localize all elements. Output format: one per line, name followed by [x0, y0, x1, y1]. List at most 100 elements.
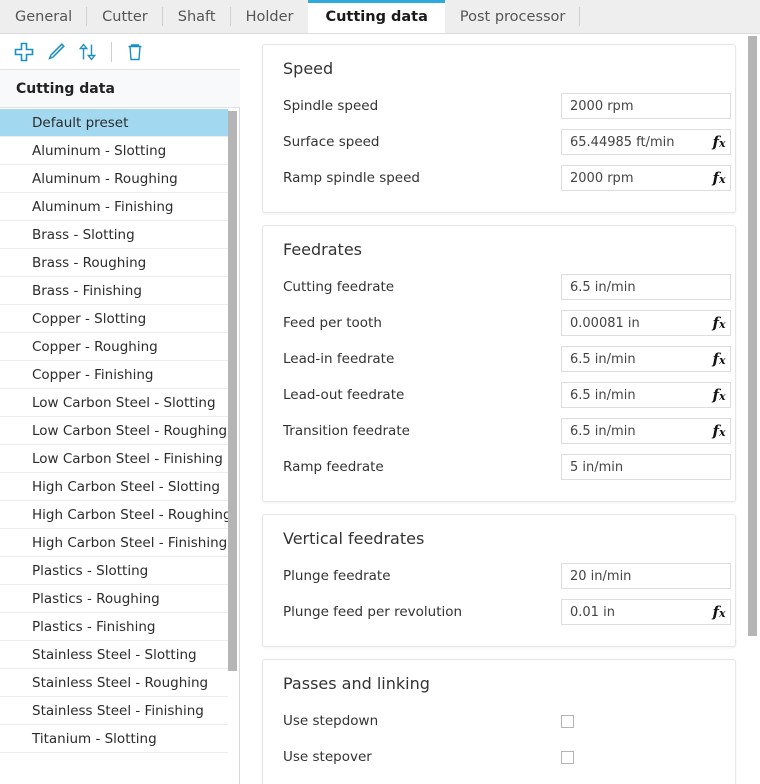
list-item-label: Low Carbon Steel - Slotting — [32, 394, 216, 411]
settings-row: Plunge feedrate 20 in/min — [283, 558, 731, 594]
value-input[interactable]: 20 in/min — [561, 563, 731, 589]
list-item[interactable]: Copper - Roughing — [0, 333, 231, 361]
cutting-data-panel: Speed Spindle speed 2000 rpm Surface speed 6… — [240, 34, 760, 784]
list-item[interactable]: High Carbon Steel - Finishing — [0, 529, 231, 557]
list-item-label: Copper - Finishing — [32, 366, 154, 383]
tab-label: Post processor — [459, 8, 566, 25]
list-item[interactable]: Brass - Slotting — [0, 221, 231, 249]
setting-label: Surface speed — [283, 134, 380, 150]
tab-bar: General Cutter Shaft Holder Cutting data Post… — [0, 0, 760, 34]
tab-post-processor[interactable]: Post processor — [445, 0, 581, 33]
fx-formula-icon[interactable]: fx — [707, 603, 731, 621]
list-item-label: Stainless Steel - Slotting — [32, 646, 197, 663]
setting-label: Cutting feedrate — [283, 279, 395, 295]
field-wrapper: 2000 rpm fx — [561, 165, 731, 191]
sidebar-scrollbar[interactable] — [228, 109, 237, 784]
tab-cutter[interactable]: Cutter — [87, 0, 163, 33]
value-input[interactable]: 65.44985 ft/min — [561, 129, 731, 155]
list-item-label: Brass - Roughing — [32, 254, 147, 271]
tab-label: Shaft — [177, 8, 216, 25]
list-item-label: Stainless Steel - Finishing — [32, 702, 204, 719]
list-item[interactable]: Stainless Steel - Slotting — [0, 641, 231, 669]
settings-card: Passes and linking Use stepdown Use stepov… — [262, 659, 736, 784]
value-input[interactable]: 2000 rpm — [561, 165, 731, 191]
tab-label: Cutter — [102, 8, 148, 25]
list-item-label: Brass - Slotting — [32, 226, 135, 243]
list-item[interactable]: Aluminum - Finishing — [0, 193, 231, 221]
list-item-label: High Carbon Steel - Slotting — [32, 478, 220, 495]
card-title: Vertical feedrates — [283, 529, 425, 548]
setting-label: Plunge feed per revolution — [283, 604, 463, 620]
list-item[interactable]: Plastics - Slotting — [0, 557, 231, 585]
value-input[interactable]: 0.01 in — [561, 599, 731, 625]
delete-button[interactable] — [119, 37, 151, 67]
checkbox-use-stepover[interactable] — [561, 750, 574, 764]
list-item[interactable]: Titanium - Slotting — [0, 725, 231, 753]
list-item[interactable]: Plastics - Finishing — [0, 613, 231, 641]
tab-general[interactable]: General — [0, 0, 88, 33]
list-item[interactable]: Copper - Finishing — [0, 361, 231, 389]
list-item[interactable]: Low Carbon Steel - Roughing — [0, 417, 231, 445]
edit-button[interactable] — [40, 37, 72, 67]
value-input[interactable]: 6.5 in/min — [561, 346, 731, 372]
value-input[interactable]: 2000 rpm — [561, 93, 731, 119]
field-wrapper: 2000 rpm — [561, 93, 731, 119]
field-wrapper: 0.01 in fx — [561, 599, 731, 625]
list-item[interactable]: Aluminum - Slotting — [0, 137, 231, 165]
value-input[interactable]: 5 in/min — [561, 454, 731, 480]
tab-cutting-data[interactable]: Cutting data — [308, 0, 446, 33]
fx-formula-icon[interactable]: fx — [707, 314, 731, 332]
tab-shaft[interactable]: Shaft — [163, 0, 231, 33]
sidebar-toolbar — [0, 34, 240, 70]
settings-row: Transition feedrate 6.5 in/min fx — [283, 413, 731, 449]
list-item[interactable]: Aluminum - Roughing — [0, 165, 231, 193]
list-item[interactable]: High Carbon Steel - Roughing — [0, 501, 232, 529]
list-item[interactable]: Low Carbon Steel - Finishing — [0, 445, 231, 473]
list-item[interactable]: Copper - Slotting — [0, 305, 231, 333]
content-scrollbar[interactable] — [748, 34, 757, 784]
field-wrapper: 6.5 in/min fx — [561, 382, 731, 408]
add-icon — [13, 41, 35, 63]
list-item[interactable]: High Carbon Steel - Slotting — [0, 473, 231, 501]
list-item[interactable]: Default preset — [0, 109, 231, 137]
field-wrapper: 20 in/min — [561, 563, 731, 589]
list-item[interactable]: Brass - Roughing — [0, 249, 231, 277]
list-item-label: Plastics - Slotting — [32, 562, 149, 579]
value-input[interactable]: 6.5 in/min — [561, 382, 731, 408]
sort-button[interactable] — [72, 37, 104, 67]
list-item[interactable]: Low Carbon Steel - Slotting — [0, 389, 231, 417]
sidebar-scrollbar-thumb[interactable] — [228, 111, 237, 671]
setting-label: Feed per tooth — [283, 315, 382, 331]
setting-label: Lead-out feedrate — [283, 387, 405, 403]
fx-formula-icon[interactable]: fx — [707, 350, 731, 368]
list-item[interactable]: Brass - Finishing — [0, 277, 231, 305]
fx-formula-icon[interactable]: fx — [707, 422, 731, 440]
tab-divider — [579, 7, 581, 26]
list-item-label: Default preset — [32, 114, 129, 131]
fx-formula-icon[interactable]: fx — [707, 169, 731, 187]
list-item-label: Stainless Steel - Roughing — [32, 674, 209, 691]
card-title: Speed — [283, 59, 334, 78]
fx-formula-icon[interactable]: fx — [707, 386, 731, 404]
settings-row: Plunge feed per revolution 0.01 in fx — [283, 594, 731, 630]
settings-row: Use stepover — [283, 739, 715, 775]
list-item[interactable]: Plastics - Roughing — [0, 585, 231, 613]
tab-label: Cutting data — [325, 8, 428, 25]
list-item[interactable]: Stainless Steel - Roughing — [0, 669, 231, 697]
value-input[interactable]: 6.5 in/min — [561, 418, 731, 444]
setting-label: Use stepover — [283, 749, 372, 765]
content-scrollbar-thumb[interactable] — [748, 36, 757, 636]
checkbox-use-stepdown[interactable] — [561, 714, 574, 728]
settings-row: Ramp spindle speed 2000 rpm fx — [283, 160, 731, 196]
value-input[interactable]: 0.00081 in — [561, 310, 731, 336]
preset-list: Default preset Aluminum - Slotting Aluminu… — [0, 109, 239, 784]
list-item[interactable]: Stainless Steel - Finishing — [0, 697, 231, 725]
settings-row: Ramp feedrate 5 in/min — [283, 449, 731, 485]
card-title: Passes and linking — [283, 674, 430, 693]
settings-row: Lead-out feedrate 6.5 in/min fx — [283, 377, 731, 413]
add-button[interactable] — [8, 37, 40, 67]
tab-holder[interactable]: Holder — [231, 0, 309, 33]
value-input[interactable]: 6.5 in/min — [561, 274, 731, 300]
fx-formula-icon[interactable]: fx — [707, 133, 731, 151]
list-item-label: Aluminum - Roughing — [32, 170, 178, 187]
